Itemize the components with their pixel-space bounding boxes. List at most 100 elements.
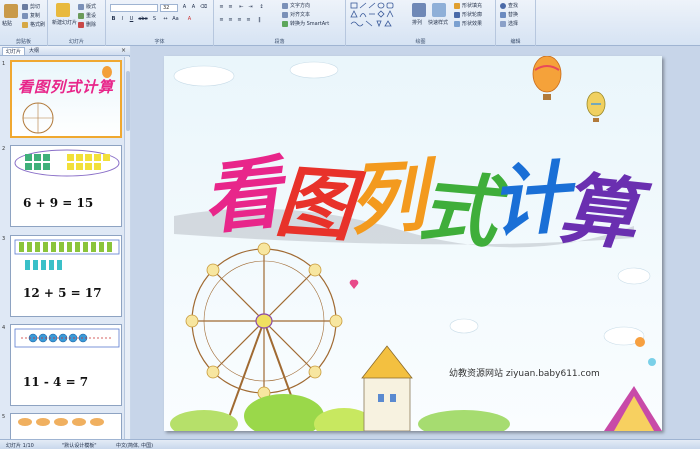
justify-icon[interactable]: ≡	[245, 17, 252, 24]
font-label: 字体	[154, 39, 165, 45]
underline-button[interactable]: U	[128, 16, 135, 23]
decrease-indent-icon[interactable]: ⇤	[238, 4, 245, 11]
shapes-gallery-icon[interactable]	[350, 2, 402, 30]
slides-label: 幻灯片	[68, 39, 84, 45]
clipboard-label: 剪贴板	[15, 39, 31, 45]
editing-group: 查找 替换 选择 编辑	[496, 0, 536, 46]
slides-group: 新建幻灯片 版式 重设 删除 幻灯片	[48, 0, 106, 46]
status-bar: 幻灯片 1/10 "默认设计模板" 中文(简体, 中国)	[0, 439, 700, 449]
cut-button[interactable]: 剪切	[22, 3, 40, 10]
current-slide[interactable]: 看 图 列 式 计 算 幼教资源网站 ziyuan.baby611.com	[164, 56, 662, 431]
font-name-combo[interactable]	[110, 4, 158, 12]
spacing-icon[interactable]: ↔	[162, 16, 169, 23]
align-center-icon[interactable]: ≡	[227, 17, 234, 24]
title-char-2[interactable]: 图	[272, 139, 358, 256]
thumbnail-scrollbar[interactable]	[124, 57, 130, 439]
delete-slide-button[interactable]: 删除	[78, 21, 96, 28]
effects-icon	[454, 20, 460, 27]
hot-air-balloon-small	[586, 91, 606, 122]
slide-thumbnail-5[interactable]	[10, 413, 122, 439]
layout-button[interactable]: 版式	[78, 3, 96, 10]
numbering-icon[interactable]: ≡	[227, 4, 234, 11]
shape-fill-button[interactable]: 形状填充	[454, 2, 482, 9]
thumb-equation: 6 + 9 = 15	[23, 196, 94, 210]
editing-label: 编辑	[510, 39, 521, 45]
slide-thumbnail-2[interactable]: 6 + 9 = 15	[10, 145, 122, 227]
close-panel-icon[interactable]: ×	[121, 47, 126, 54]
balloon-thumb-icon	[102, 66, 112, 78]
text-direction-icon	[282, 2, 288, 9]
thumb-equation: 12 + 5 = 17	[23, 286, 102, 300]
quick-styles-button[interactable]: 快速样式	[428, 19, 448, 26]
thumb-equation: 11 - 4 = 7	[23, 375, 89, 389]
quick-styles-icon[interactable]	[432, 3, 446, 17]
clear-format-icon[interactable]: ⌫	[200, 4, 207, 11]
ferris-wheel-thumb-icon	[22, 102, 54, 134]
shrink-font-icon[interactable]: A	[190, 4, 197, 11]
bushes	[170, 394, 510, 431]
thumbnail-list[interactable]: 1 看图列式计算 2 6 + 9 = 15 3 12 + 5 = 17 4 11…	[0, 57, 124, 439]
find-button[interactable]: 查找	[500, 2, 518, 9]
title-char-6[interactable]: 算	[554, 146, 643, 266]
align-right-icon[interactable]: ≡	[236, 17, 243, 24]
shape-effects-button[interactable]: 形状效果	[454, 20, 482, 27]
watermark-text: 幼教资源网站 ziyuan.baby611.com	[449, 369, 600, 379]
tab-slides[interactable]: 幻灯片	[2, 47, 26, 55]
panel-tabs: 幻灯片 大纲 ×	[0, 46, 130, 56]
strikethrough-button[interactable]: abe	[137, 16, 149, 23]
grow-font-icon[interactable]: A	[181, 4, 188, 11]
scissors-icon	[22, 3, 28, 10]
slide-number: 4	[2, 325, 6, 331]
change-case-icon[interactable]: Aa	[172, 16, 179, 23]
slide-thumbnail-1[interactable]: 看图列式计算	[10, 60, 122, 138]
fill-bucket-icon	[454, 2, 460, 9]
new-slide-button[interactable]: 新建幻灯片	[52, 19, 77, 26]
clipboard-group: 粘贴 剪切 复制 格式刷 剪贴板	[0, 0, 48, 46]
shape-outline-button[interactable]: 形状轮廓	[454, 11, 482, 18]
new-slide-icon[interactable]	[56, 3, 70, 17]
align-text-button[interactable]: 对齐文本	[282, 11, 310, 18]
arrange-button[interactable]: 排列	[412, 19, 422, 26]
align-left-icon[interactable]: ≡	[218, 17, 225, 24]
reset-button[interactable]: 重设	[78, 12, 96, 19]
select-icon	[500, 20, 506, 27]
slide-thumbnail-4[interactable]: 11 - 4 = 7	[10, 324, 122, 406]
slides-panel: 幻灯片 大纲 × 1 看图列式计算 2 6 + 9 = 15 3 12 + 5 …	[0, 46, 130, 439]
paste-button[interactable]: 粘贴	[2, 20, 12, 27]
delete-icon	[78, 21, 84, 28]
text-direction-button[interactable]: 文字方向	[282, 2, 310, 9]
pen-icon	[454, 11, 460, 18]
ribbon: 粘贴 剪切 复制 格式刷 剪贴板 新建幻灯片 版式 重设 删除 幻灯片 32 A…	[0, 0, 700, 46]
select-button[interactable]: 选择	[500, 20, 518, 27]
format-painter-button[interactable]: 格式刷	[22, 21, 45, 28]
slide-thumbnail-3[interactable]: 12 + 5 = 17	[10, 235, 122, 317]
scrollbar-thumb[interactable]	[126, 71, 130, 131]
brush-icon	[22, 21, 28, 28]
bullets-icon[interactable]: ≡	[218, 4, 225, 11]
smartart-icon	[282, 20, 288, 27]
copy-button[interactable]: 复制	[22, 12, 40, 19]
paste-icon[interactable]	[4, 4, 18, 18]
replace-button[interactable]: 替换	[500, 11, 518, 18]
arrange-icon[interactable]	[412, 3, 426, 17]
find-icon	[500, 2, 506, 9]
thumb-counters-icon	[14, 149, 120, 177]
italic-button[interactable]: I	[119, 16, 126, 23]
slide-canvas: 看 图 列 式 计 算 幼教资源网站 ziyuan.baby611.com	[131, 46, 700, 439]
increase-indent-icon[interactable]: ⇥	[247, 4, 254, 11]
smartart-button[interactable]: 转换为 SmartArt	[282, 20, 329, 27]
title-char-1[interactable]: 看	[196, 130, 285, 250]
shadow-button[interactable]: S	[151, 16, 158, 23]
font-size-combo[interactable]: 32	[160, 4, 178, 12]
tab-outline[interactable]: 大纲	[26, 47, 42, 55]
font-color-icon[interactable]: A	[186, 16, 193, 23]
thumb-balls-icon	[14, 328, 120, 348]
columns-icon[interactable]: ‖	[256, 17, 263, 24]
thumb-bars-icon	[14, 239, 120, 270]
castle	[361, 345, 413, 431]
status-slide-info: 幻灯片 1/10	[6, 443, 34, 449]
bold-button[interactable]: B	[110, 16, 117, 23]
reset-icon	[78, 12, 84, 19]
line-spacing-icon[interactable]: ↕	[258, 4, 265, 11]
status-language: 中文(简体, 中国)	[116, 443, 154, 449]
